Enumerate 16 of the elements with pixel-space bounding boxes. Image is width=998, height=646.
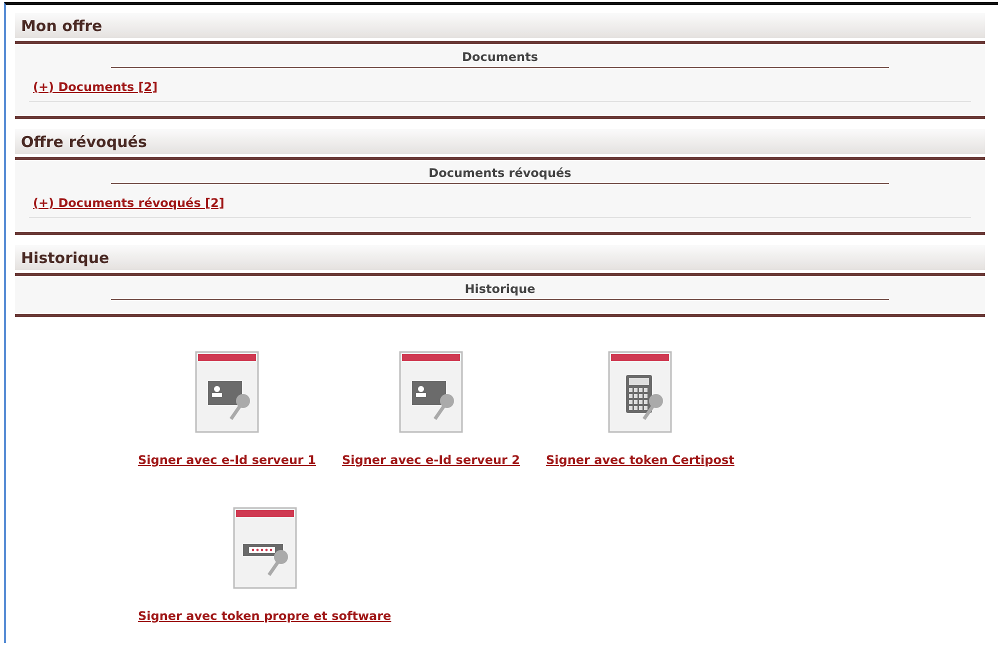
section-title: Mon offre: [15, 13, 985, 38]
password-key-icon[interactable]: [232, 507, 297, 589]
sign-link[interactable]: Signer avec token Certipost: [546, 453, 734, 467]
sign-link[interactable]: Signer avec token propre et software: [138, 609, 392, 623]
id-card-key-icon[interactable]: [194, 351, 259, 433]
sign-link[interactable]: Signer avec e-Id serveur 2: [342, 453, 520, 467]
section-title: Historique: [15, 245, 985, 270]
calculator-key-icon[interactable]: [608, 351, 672, 433]
table-header: Documents: [111, 50, 889, 68]
expand-link[interactable]: (+) Documents révoqués [2]: [33, 196, 224, 210]
section-title: Offre révoqués: [15, 129, 985, 154]
sign-link[interactable]: Signer avec e-Id serveur 1: [138, 453, 316, 467]
table-header: Documents révoqués: [111, 166, 889, 184]
id-card-key-icon[interactable]: [398, 351, 463, 433]
expand-link[interactable]: (+) Documents [2]: [33, 80, 158, 94]
table-header: Historique: [111, 282, 889, 300]
